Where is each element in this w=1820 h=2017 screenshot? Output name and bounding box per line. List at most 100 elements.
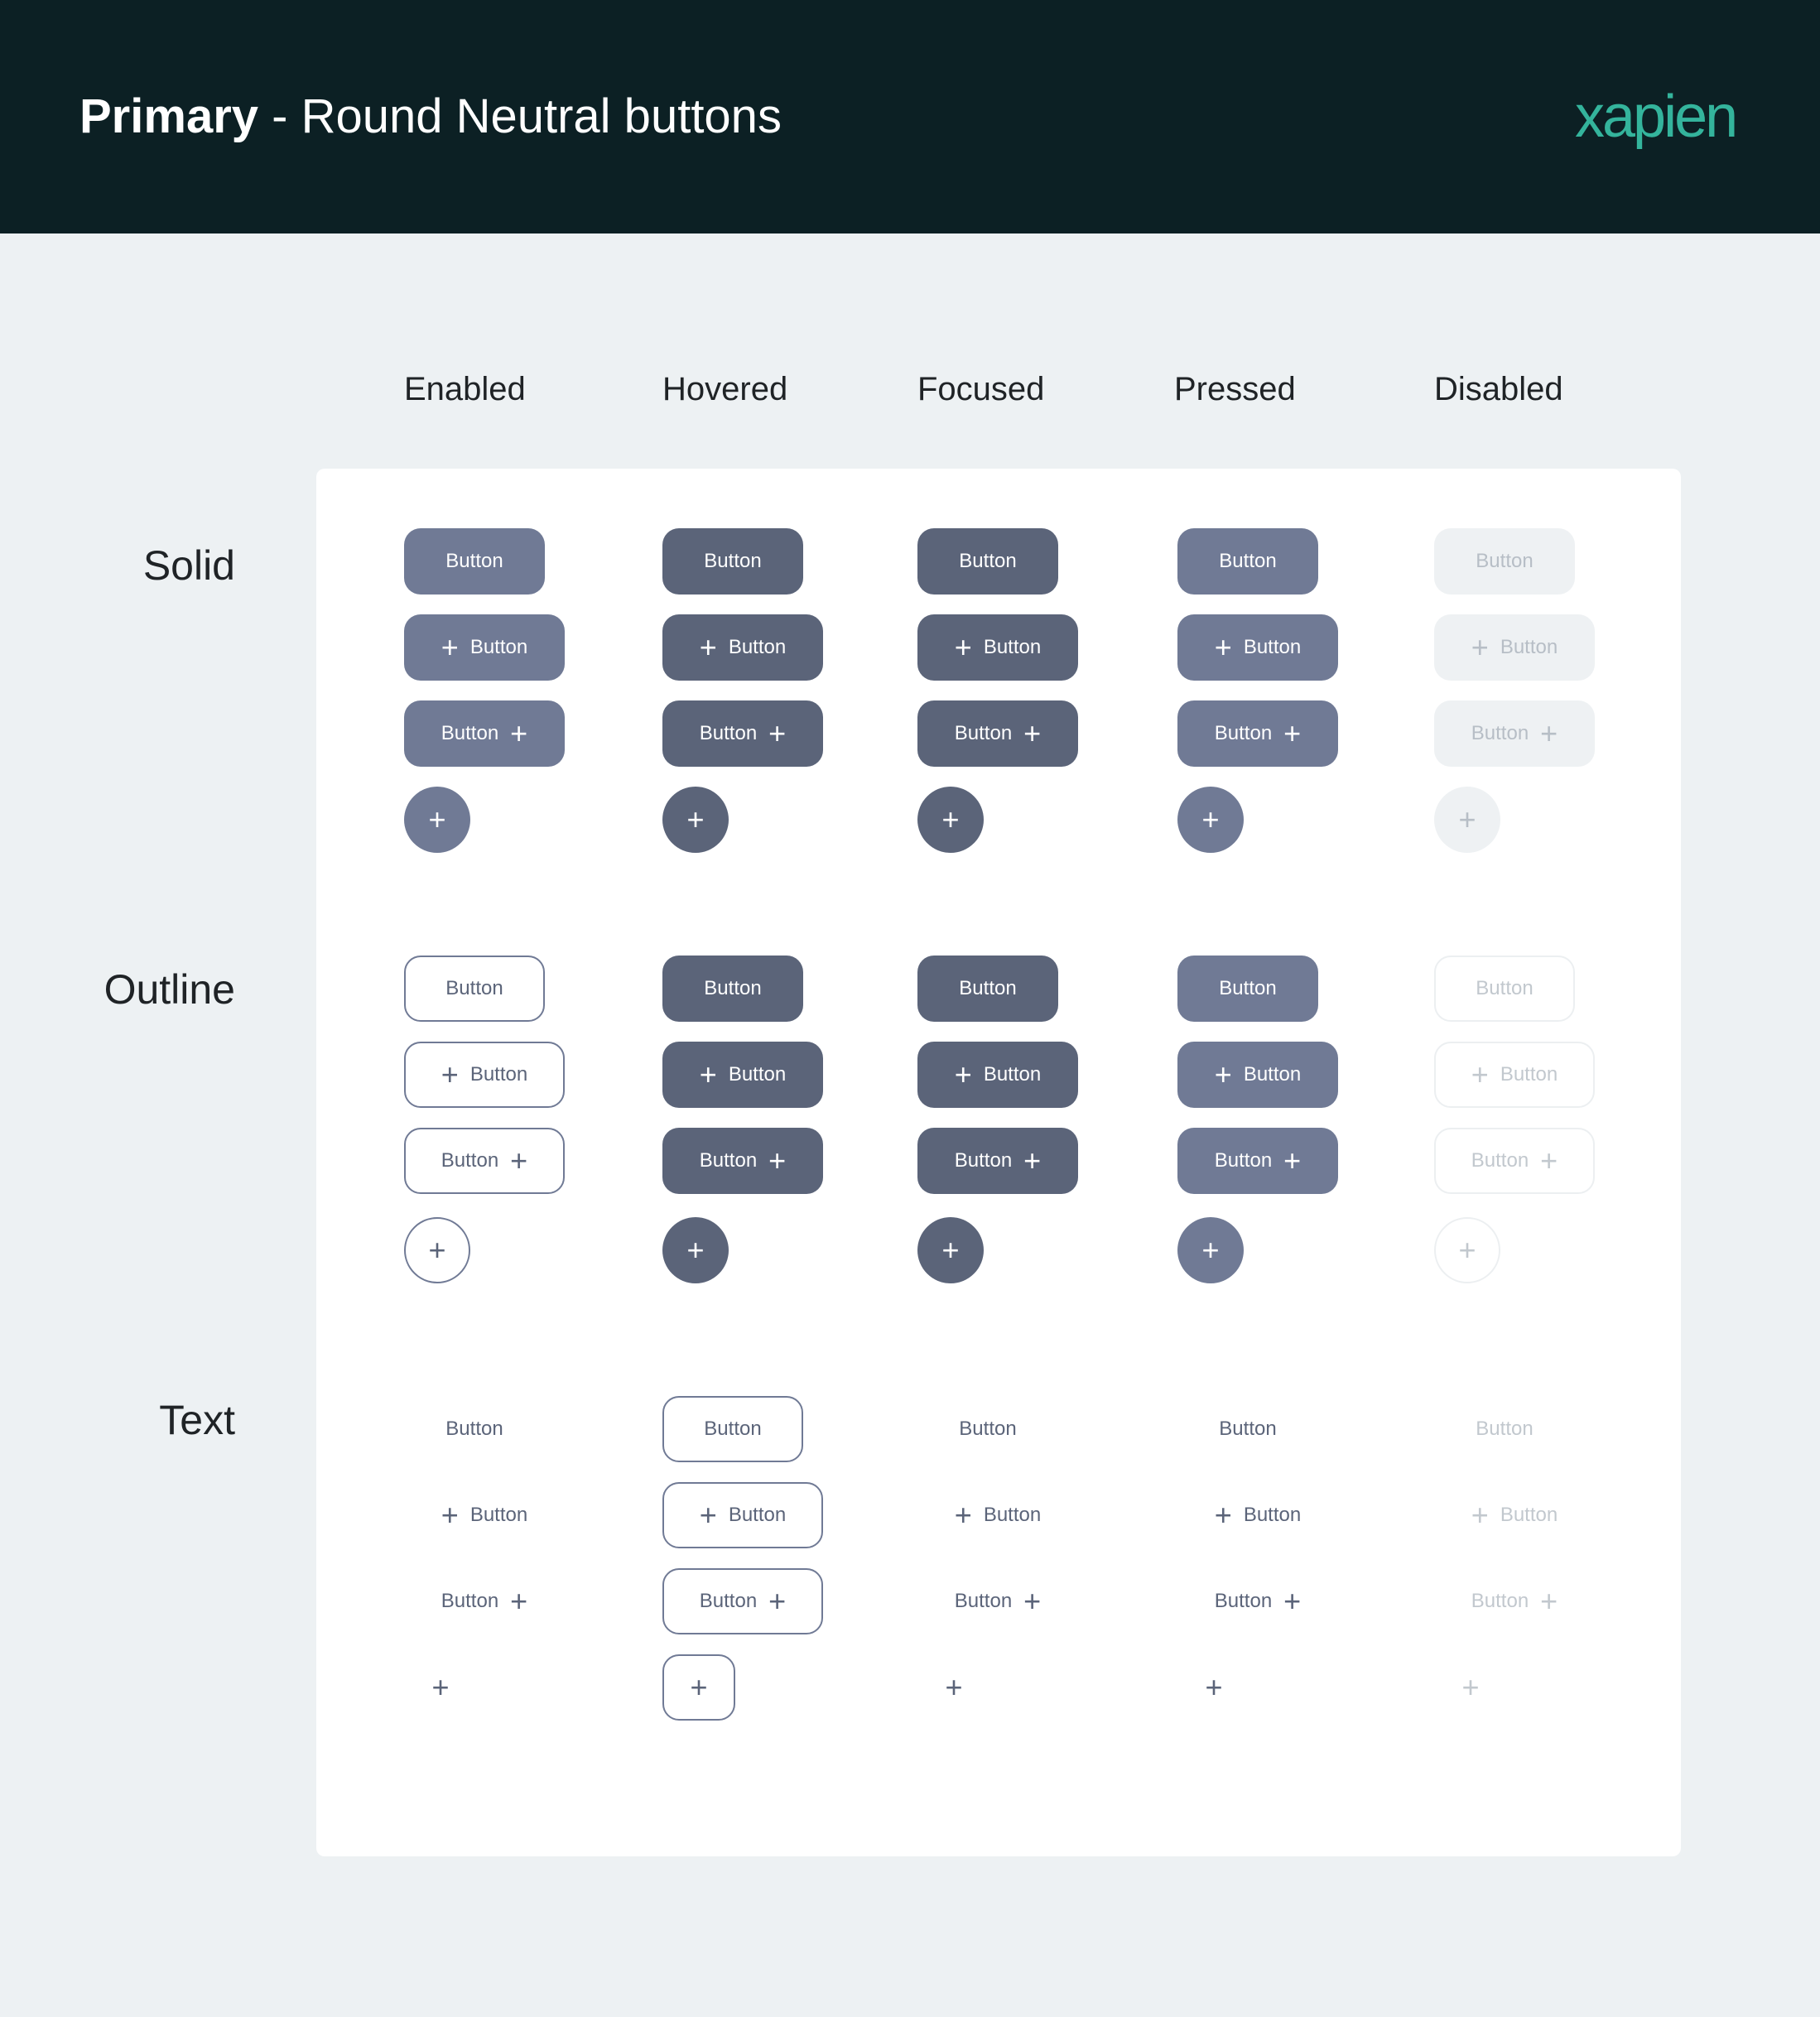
button-label: Button: [704, 977, 762, 999]
plus-icon: +: [768, 1584, 787, 1618]
plus-icon: +: [1458, 1233, 1476, 1267]
outline-button-focused[interactable]: Button: [917, 956, 1058, 1022]
outline-button-leading-icon-pressed[interactable]: + Button: [1177, 1042, 1338, 1108]
plus-icon: +: [428, 802, 446, 836]
text-icon-button-hovered[interactable]: +: [662, 1654, 735, 1721]
text-button-leading-icon-hovered[interactable]: + Button: [662, 1482, 823, 1548]
text-icon-button-disabled[interactable]: +: [1434, 1654, 1507, 1721]
outline-icon-button-disabled[interactable]: +: [1434, 1217, 1500, 1283]
button-label: Button: [1471, 722, 1529, 744]
outline-button-leading-icon-enabled[interactable]: + Button: [404, 1042, 565, 1108]
outline-button-pressed[interactable]: Button: [1177, 956, 1318, 1022]
plus-icon: +: [510, 1143, 528, 1177]
outline-button-trailing-icon-hovered[interactable]: Button +: [662, 1128, 823, 1194]
button-label: Button: [1219, 550, 1277, 572]
plus-icon: +: [1283, 1143, 1302, 1177]
page-title: Primary - Round Neutral buttons: [79, 83, 782, 151]
button-label: Button: [445, 1418, 503, 1440]
text-button-hovered[interactable]: Button: [662, 1396, 803, 1462]
text-button-trailing-icon-hovered[interactable]: Button +: [662, 1568, 823, 1634]
solid-button-enabled[interactable]: Button: [404, 528, 545, 595]
plus-icon: +: [1201, 1233, 1220, 1267]
solid-button-hovered[interactable]: Button: [662, 528, 803, 595]
button-label: Button: [1476, 977, 1534, 999]
outline-icon-button-enabled[interactable]: +: [404, 1217, 470, 1283]
outline-button-trailing-icon-disabled[interactable]: Button +: [1434, 1128, 1595, 1194]
plus-icon: +: [768, 716, 787, 750]
text-button-leading-icon-enabled[interactable]: + Button: [404, 1482, 565, 1548]
text-button-enabled[interactable]: Button: [404, 1396, 545, 1462]
button-label: Button: [1243, 636, 1302, 658]
solid-button-leading-icon-focused[interactable]: + Button: [917, 614, 1078, 681]
text-button-leading-icon-pressed[interactable]: + Button: [1177, 1482, 1338, 1548]
text-button-pressed[interactable]: Button: [1177, 1396, 1318, 1462]
plus-icon: +: [1283, 716, 1302, 750]
text-icon-button-focused[interactable]: +: [917, 1654, 990, 1721]
outline-icon-button-hovered[interactable]: +: [662, 1217, 729, 1283]
button-label: Button: [1243, 1063, 1302, 1086]
outline-button-leading-icon-hovered[interactable]: + Button: [662, 1042, 823, 1108]
button-label: Button: [704, 550, 762, 572]
solid-button-trailing-icon-pressed[interactable]: Button +: [1177, 700, 1338, 767]
plus-icon: +: [1214, 1057, 1232, 1091]
solid-icon-button-focused[interactable]: +: [917, 787, 984, 853]
outline-button-leading-icon-focused[interactable]: + Button: [917, 1042, 1078, 1108]
text-button-leading-icon-disabled[interactable]: + Button: [1434, 1482, 1595, 1548]
text-button-trailing-icon-focused[interactable]: Button +: [917, 1568, 1078, 1634]
plus-icon: +: [1283, 1584, 1302, 1618]
outline-button-hovered[interactable]: Button: [662, 956, 803, 1022]
solid-button-trailing-icon-enabled[interactable]: Button +: [404, 700, 565, 767]
button-label: Button: [1471, 1149, 1529, 1172]
solid-icon-button-pressed[interactable]: +: [1177, 787, 1244, 853]
outline-button-leading-icon-disabled[interactable]: + Button: [1434, 1042, 1595, 1108]
solid-button-focused[interactable]: Button: [917, 528, 1058, 595]
plus-icon: +: [1023, 1143, 1042, 1177]
button-label: Button: [983, 1063, 1042, 1086]
text-button-trailing-icon-pressed[interactable]: Button +: [1177, 1568, 1338, 1634]
solid-icon-button-enabled[interactable]: +: [404, 787, 470, 853]
solid-icon-button-disabled[interactable]: +: [1434, 787, 1500, 853]
outline-icon-button-focused[interactable]: +: [917, 1217, 984, 1283]
row-header-solid: Solid: [142, 542, 235, 589]
solid-button-leading-icon-enabled[interactable]: + Button: [404, 614, 565, 681]
plus-icon: +: [1458, 802, 1476, 836]
solid-button-leading-icon-pressed[interactable]: + Button: [1177, 614, 1338, 681]
outline-icon-button-pressed[interactable]: +: [1177, 1217, 1244, 1283]
solid-button-trailing-icon-disabled[interactable]: Button +: [1434, 700, 1595, 767]
button-label: Button: [1214, 1590, 1273, 1612]
plus-icon: +: [1214, 630, 1232, 664]
solid-button-trailing-icon-hovered[interactable]: Button +: [662, 700, 823, 767]
text-button-focused[interactable]: Button: [917, 1396, 1058, 1462]
text-button-trailing-icon-enabled[interactable]: Button +: [404, 1568, 565, 1634]
text-button-leading-icon-focused[interactable]: + Button: [917, 1482, 1078, 1548]
plus-icon: +: [1023, 716, 1042, 750]
button-label: Button: [728, 636, 787, 658]
plus-icon: +: [441, 630, 459, 664]
button-label: Button: [1476, 1418, 1534, 1440]
text-icon-button-pressed[interactable]: +: [1177, 1654, 1250, 1721]
outline-button-trailing-icon-pressed[interactable]: Button +: [1177, 1128, 1338, 1194]
plus-icon: +: [441, 1057, 459, 1091]
plus-icon: +: [690, 1670, 708, 1704]
button-label: Button: [983, 636, 1042, 658]
plus-icon: +: [510, 1584, 528, 1618]
button-label: Button: [445, 977, 503, 999]
solid-button-trailing-icon-focused[interactable]: Button +: [917, 700, 1078, 767]
solid-button-leading-icon-hovered[interactable]: + Button: [662, 614, 823, 681]
solid-button-disabled[interactable]: Button: [1434, 528, 1575, 595]
outline-button-disabled[interactable]: Button: [1434, 956, 1575, 1022]
text-button-disabled[interactable]: Button: [1434, 1396, 1575, 1462]
button-label: Button: [1500, 636, 1558, 658]
text-icon-button-enabled[interactable]: +: [404, 1654, 477, 1721]
outline-button-trailing-icon-focused[interactable]: Button +: [917, 1128, 1078, 1194]
plus-icon: +: [1540, 716, 1558, 750]
outline-button-trailing-icon-enabled[interactable]: Button +: [404, 1128, 565, 1194]
solid-icon-button-hovered[interactable]: +: [662, 787, 729, 853]
text-button-trailing-icon-disabled[interactable]: Button +: [1434, 1568, 1595, 1634]
page-title-bold: Primary: [79, 89, 259, 143]
solid-button-pressed[interactable]: Button: [1177, 528, 1318, 595]
plus-icon: +: [954, 1057, 972, 1091]
solid-button-leading-icon-disabled[interactable]: + Button: [1434, 614, 1595, 681]
plus-icon: +: [699, 1498, 717, 1532]
outline-button-enabled[interactable]: Button: [404, 956, 545, 1022]
